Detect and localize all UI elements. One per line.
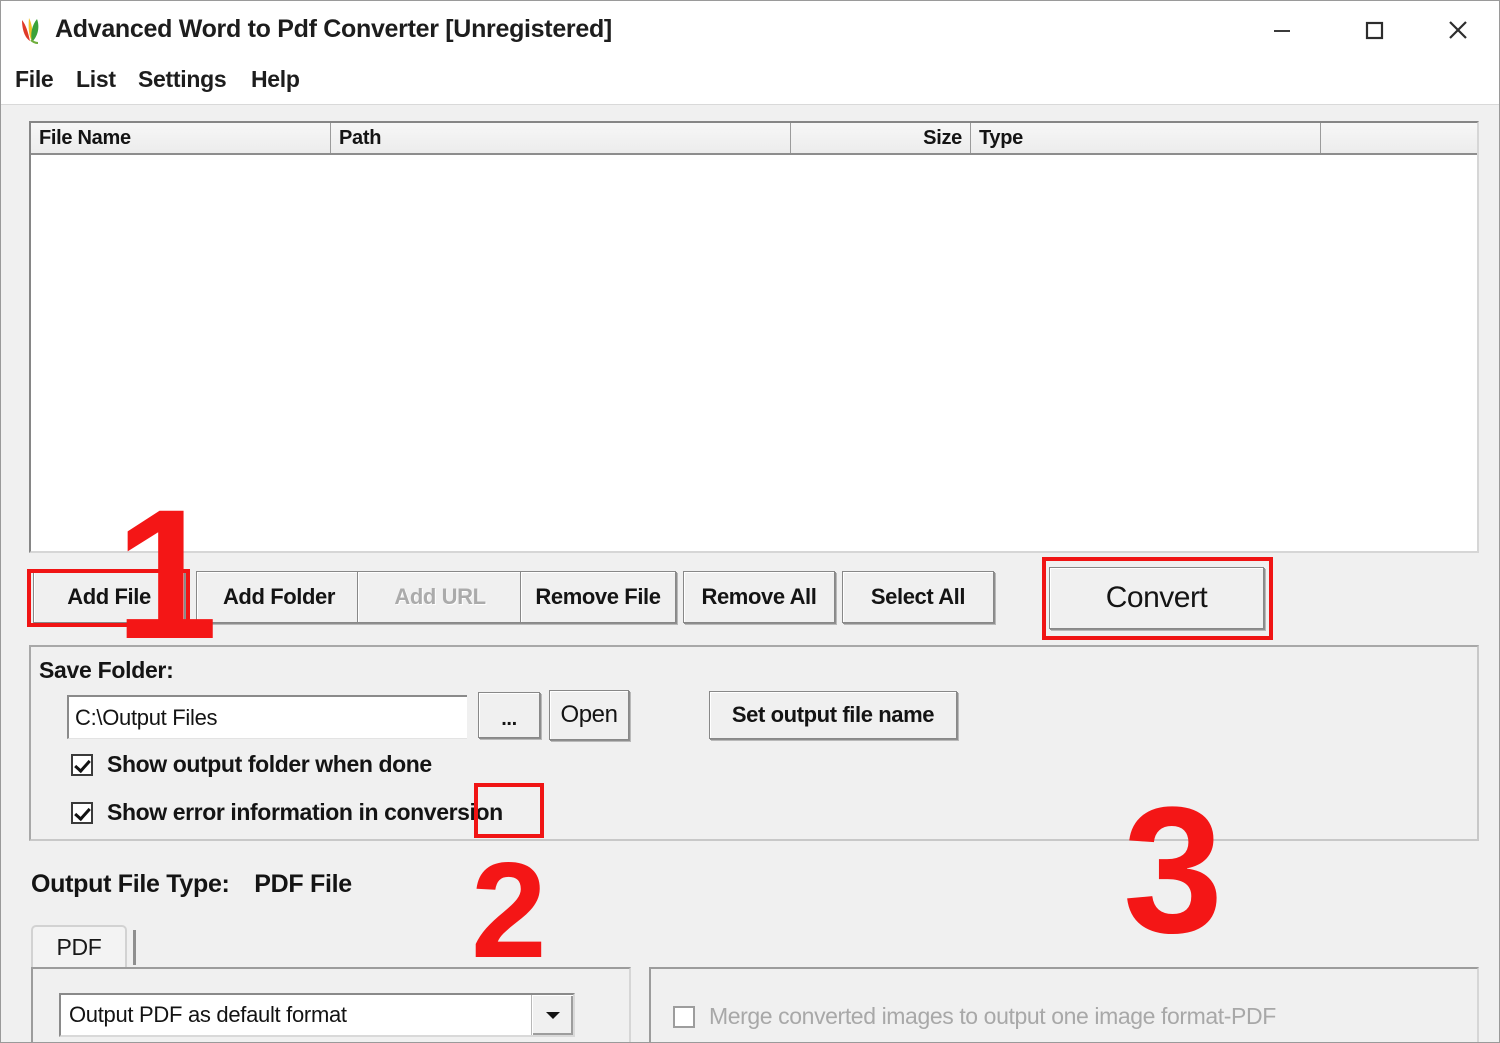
show-output-folder-label: Show output folder when done bbox=[107, 751, 432, 777]
maximize-icon bbox=[1365, 21, 1384, 40]
file-list-header: File Name Path Size Type bbox=[31, 123, 1477, 155]
close-icon bbox=[1449, 21, 1467, 39]
save-folder-label: Save Folder: bbox=[39, 657, 174, 683]
main-content: File Name Path Size Type Add File Add Fo… bbox=[1, 105, 1499, 1042]
remove-all-button[interactable]: Remove All bbox=[683, 571, 835, 623]
column-header-size[interactable]: Size bbox=[791, 123, 971, 153]
output-file-type-row: Output File Type: PDF File bbox=[31, 870, 352, 899]
output-format-panel: Output PDF as default format bbox=[31, 967, 631, 1042]
select-all-button[interactable]: Select All bbox=[842, 571, 994, 623]
menu-item-settings[interactable]: Settings bbox=[138, 66, 227, 93]
tab-pdf[interactable]: PDF bbox=[31, 925, 127, 967]
tab-divider bbox=[133, 930, 136, 965]
save-path-input[interactable] bbox=[67, 695, 467, 739]
checkbox-checked-icon bbox=[71, 753, 93, 776]
add-file-button[interactable]: Add File bbox=[33, 571, 185, 623]
menu-bar: File List Settings Help bbox=[1, 59, 1499, 105]
output-file-type-label: Output File Type: bbox=[31, 870, 230, 898]
column-header-file-name[interactable]: File Name bbox=[31, 123, 331, 153]
app-logo-icon bbox=[15, 14, 47, 46]
merge-converted-images-checkbox: Merge converted images to output one ima… bbox=[673, 1003, 1276, 1030]
menu-item-file[interactable]: File bbox=[15, 66, 54, 93]
menu-item-list[interactable]: List bbox=[76, 66, 116, 93]
chevron-down-icon[interactable] bbox=[531, 995, 573, 1035]
convert-button[interactable]: Convert bbox=[1049, 567, 1264, 629]
file-list-body[interactable] bbox=[31, 155, 1477, 551]
set-output-file-name-button[interactable]: Set output file name bbox=[709, 691, 957, 739]
show-error-information-checkbox[interactable]: Show error information in conversion bbox=[71, 799, 503, 826]
add-folder-button[interactable]: Add Folder bbox=[196, 571, 362, 623]
application-window: Advanced Word to Pdf Converter [Unregist… bbox=[0, 0, 1500, 1043]
close-button[interactable] bbox=[1427, 1, 1489, 59]
output-format-select-value: Output PDF as default format bbox=[69, 1002, 347, 1027]
show-output-folder-checkbox[interactable]: Show output folder when done bbox=[71, 751, 432, 778]
maximize-button[interactable] bbox=[1343, 1, 1405, 59]
minimize-icon bbox=[1274, 30, 1290, 32]
checkbox-checked-icon bbox=[71, 801, 93, 824]
minimize-button[interactable] bbox=[1251, 1, 1313, 59]
menu-item-help[interactable]: Help bbox=[251, 66, 300, 93]
column-header-type[interactable]: Type bbox=[971, 123, 1321, 153]
merge-converted-images-label: Merge converted images to output one ima… bbox=[709, 1003, 1276, 1029]
column-header-path[interactable]: Path bbox=[331, 123, 791, 153]
title-bar: Advanced Word to Pdf Converter [Unregist… bbox=[1, 1, 1499, 59]
show-error-information-label: Show error information in conversion bbox=[107, 799, 503, 825]
add-url-button: Add URL bbox=[357, 571, 523, 623]
window-title: Advanced Word to Pdf Converter [Unregist… bbox=[55, 15, 612, 43]
output-format-select[interactable]: Output PDF as default format bbox=[59, 993, 575, 1037]
output-file-type-value: PDF File bbox=[254, 870, 352, 898]
output-tab-strip: PDF bbox=[31, 925, 1479, 967]
remove-file-button[interactable]: Remove File bbox=[520, 571, 676, 623]
open-folder-button[interactable]: Open bbox=[549, 690, 629, 740]
action-button-row: Add File Add Folder Add URL Remove File … bbox=[1, 567, 1499, 629]
save-folder-group: Save Folder: ... Open Set output file na… bbox=[29, 645, 1479, 841]
checkbox-unchecked-icon bbox=[673, 1005, 695, 1028]
file-list-view[interactable]: File Name Path Size Type bbox=[29, 121, 1479, 553]
merge-options-panel: Merge converted images to output one ima… bbox=[649, 967, 1479, 1042]
column-header-extra[interactable] bbox=[1321, 123, 1477, 153]
browse-folder-button[interactable]: ... bbox=[478, 692, 540, 738]
